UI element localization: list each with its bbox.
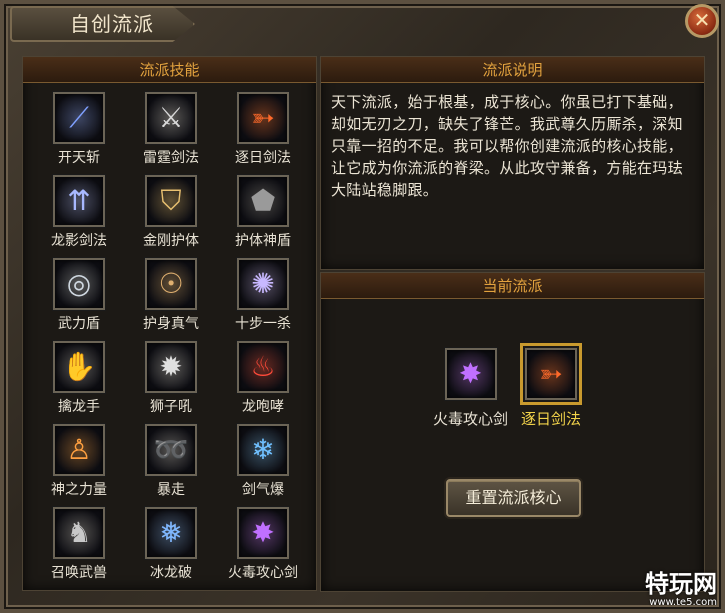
thunder-sword-icon[interactable]: ⚔	[145, 92, 197, 144]
ten-step-kill-icon-glyph: ✺	[251, 267, 275, 300]
current-style-panel: 当前流派 ✸ 火毒攻心剑 ➳ 逐日剑法 重置流派核心	[320, 272, 705, 592]
current-style-header: 当前流派	[321, 273, 704, 299]
skill-slot[interactable]: ⛉ 金刚护体	[125, 172, 217, 255]
skills-panel: 流派技能 ⟋ 开天斩 ⚔ 雷霆剑法 ➳ 逐日剑法 ⇈ 龙影剑法 ⛉ 金刚护体 ⬟ 护体神盾 ◎ 武力盾 ☉ 护…	[22, 56, 317, 591]
current-style-label: 逐日剑法	[521, 410, 582, 428]
skill-label: 火毒攻心剑	[228, 565, 298, 581]
dragon-shadow-sword-icon-glyph: ⇈	[67, 184, 91, 217]
skill-slot[interactable]: ⬟ 护体神盾	[217, 172, 309, 255]
sun-chase-sword-icon-glyph: ➳	[539, 357, 563, 390]
skill-label: 狮子吼	[150, 399, 192, 415]
thunder-sword-icon-glyph: ⚔	[158, 101, 184, 134]
dragon-grab-icon[interactable]: ✋	[53, 341, 105, 393]
sun-chase-sword-icon-glyph: ➳	[251, 101, 275, 134]
current-style-label: 火毒攻心剑	[433, 410, 509, 428]
skill-slot[interactable]: ❅ 冰龙破	[125, 504, 217, 587]
skill-label: 神之力量	[51, 482, 107, 498]
description-panel-header: 流派说明	[321, 57, 704, 83]
divine-shield-icon[interactable]: ⬟	[237, 175, 289, 227]
skill-slot[interactable]: ♞ 召唤武兽	[33, 504, 125, 587]
close-button[interactable]: ✕	[685, 4, 719, 38]
skill-label: 逐日剑法	[235, 150, 291, 166]
summon-beast-icon-glyph: ♞	[66, 516, 92, 549]
blade-slash-icon[interactable]: ⟋	[53, 92, 105, 144]
skill-slot[interactable]: ♨ 龙咆哮	[217, 338, 309, 421]
skill-label: 金刚护体	[143, 233, 199, 249]
watermark-logo: 特玩网	[645, 570, 717, 598]
true-qi-icon[interactable]: ☉	[145, 258, 197, 310]
skill-slot[interactable]: ♙ 神之力量	[33, 421, 125, 504]
skill-slot[interactable]: ✺ 十步一杀	[217, 255, 309, 338]
divine-power-icon[interactable]: ♙	[53, 424, 105, 476]
lion-roar-icon[interactable]: ✹	[145, 341, 197, 393]
fire-poison-sword-icon-glyph: ✸	[458, 357, 483, 390]
fire-poison-sword-icon[interactable]: ✸	[237, 507, 289, 559]
dragon-roar-icon-glyph: ♨	[250, 350, 276, 383]
skill-slot[interactable]: ✹ 狮子吼	[125, 338, 217, 421]
reset-core-button[interactable]: 重置流派核心	[446, 479, 581, 517]
diamond-guard-icon[interactable]: ⛉	[145, 175, 197, 227]
dragon-grab-icon-glyph: ✋	[61, 350, 97, 383]
skill-label: 武力盾	[58, 316, 100, 332]
sword-qi-burst-icon-glyph: ❄	[251, 433, 275, 466]
sun-chase-sword-icon[interactable]: ➳	[237, 92, 289, 144]
skill-slot[interactable]: ✋ 擒龙手	[33, 338, 125, 421]
skill-label: 护体神盾	[235, 233, 291, 249]
skills-panel-header: 流派技能	[23, 57, 316, 83]
current-style-slot[interactable]: ➳ 逐日剑法	[520, 343, 582, 429]
skill-label: 龙影剑法	[51, 233, 107, 249]
watermark: 特玩网 www.te5.com	[607, 571, 717, 611]
dragon-roar-icon[interactable]: ♨	[237, 341, 289, 393]
sun-chase-sword-icon[interactable]: ➳	[520, 343, 582, 405]
skill-slot[interactable]: ➿ 暴走	[125, 421, 217, 504]
force-shield-icon[interactable]: ◎	[53, 258, 105, 310]
rampage-icon[interactable]: ➿	[145, 424, 197, 476]
skill-slot[interactable]: ◎ 武力盾	[33, 255, 125, 338]
description-text: 天下流派，始于根基，成于核心。你虽已打下基础，却如无刃之刀，缺失了锋芒。我武尊久…	[331, 93, 683, 199]
skill-label: 护身真气	[143, 316, 199, 332]
skill-label: 暴走	[157, 482, 185, 498]
skill-label: 十步一杀	[235, 316, 291, 332]
window-title: 自创流派	[70, 12, 154, 36]
summon-beast-icon[interactable]: ♞	[53, 507, 105, 559]
skill-label: 召唤武兽	[51, 565, 107, 581]
fire-poison-sword-icon[interactable]: ✸	[444, 348, 497, 400]
skill-label: 擒龙手	[58, 399, 100, 415]
skill-slot[interactable]: ⚔ 雷霆剑法	[125, 89, 217, 172]
skill-slot[interactable]: ☉ 护身真气	[125, 255, 217, 338]
ice-dragon-icon-glyph: ❅	[159, 516, 183, 549]
skill-label: 龙咆哮	[242, 399, 284, 415]
true-qi-icon-glyph: ☉	[158, 267, 184, 300]
skill-slot[interactable]: ⇈ 龙影剑法	[33, 172, 125, 255]
description-panel: 流派说明 天下流派，始于根基，成于核心。你虽已打下基础，却如无刃之刀，缺失了锋芒…	[320, 56, 705, 270]
rampage-icon-glyph: ➿	[153, 433, 189, 466]
dragon-shadow-sword-icon[interactable]: ⇈	[53, 175, 105, 227]
ice-dragon-icon[interactable]: ❅	[145, 507, 197, 559]
lion-roar-icon-glyph: ✹	[159, 350, 183, 383]
divine-shield-icon-glyph: ⬟	[250, 184, 276, 217]
current-style-slots: ✸ 火毒攻心剑 ➳ 逐日剑法	[321, 333, 706, 433]
sword-qi-burst-icon[interactable]: ❄	[237, 424, 289, 476]
divine-power-icon-glyph: ♙	[66, 433, 92, 466]
skill-slot[interactable]: ➳ 逐日剑法	[217, 89, 309, 172]
skills-grid: ⟋ 开天斩 ⚔ 雷霆剑法 ➳ 逐日剑法 ⇈ 龙影剑法 ⛉ 金刚护体 ⬟ 护体神盾 ◎ 武力盾 ☉ 护身真气 ✺ 十…	[33, 89, 309, 587]
fire-poison-sword-icon-glyph: ✸	[251, 516, 275, 549]
skill-label: 雷霆剑法	[143, 150, 199, 166]
skill-label: 剑气爆	[242, 482, 284, 498]
watermark-url: www.te5.com	[649, 597, 717, 608]
force-shield-icon-glyph: ◎	[66, 267, 92, 300]
skill-label: 冰龙破	[150, 565, 192, 581]
diamond-guard-icon-glyph: ⛉	[160, 184, 182, 217]
current-style-slot[interactable]: ✸ 火毒攻心剑	[433, 345, 508, 429]
skill-slot[interactable]: ✸ 火毒攻心剑	[217, 504, 309, 587]
ten-step-kill-icon[interactable]: ✺	[237, 258, 289, 310]
blade-slash-icon-glyph: ⟋	[69, 101, 89, 134]
skill-slot[interactable]: ❄ 剑气爆	[217, 421, 309, 504]
skill-slot[interactable]: ⟋ 开天斩	[33, 89, 125, 172]
skill-label: 开天斩	[58, 150, 100, 166]
